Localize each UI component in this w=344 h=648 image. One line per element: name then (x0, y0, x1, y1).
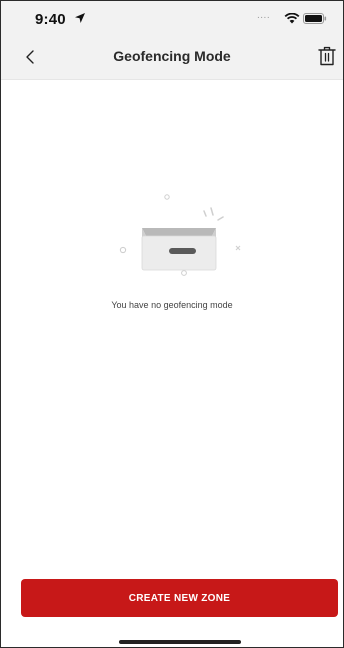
status-time: 9:40 (35, 11, 66, 28)
battery-icon (303, 13, 327, 24)
cellular-signal: .... (257, 10, 271, 21)
home-indicator (119, 640, 241, 644)
navigation-bar: Geofencing Mode (1, 35, 343, 80)
empty-drawer-icon (119, 194, 241, 276)
location-arrow-icon (75, 13, 85, 23)
status-bar: 9:40 .... (1, 1, 343, 35)
wifi-icon (284, 13, 300, 24)
app-screen: 9:40 .... Geofencing Mode You have no ge… (0, 0, 344, 648)
empty-state-message: You have no geofencing mode (111, 300, 233, 310)
trash-icon[interactable] (317, 45, 337, 67)
page-title: Geofencing Mode (113, 48, 231, 64)
create-new-zone-button[interactable]: CREATE NEW ZONE (21, 579, 338, 617)
